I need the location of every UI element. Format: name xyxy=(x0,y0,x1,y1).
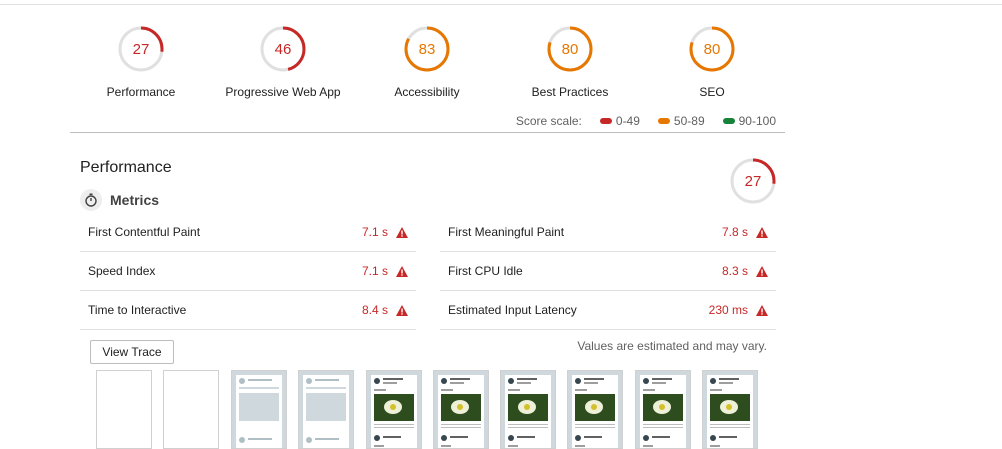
frame-page xyxy=(438,375,484,448)
frame-page xyxy=(707,375,753,448)
gauge-label: Progressive Web App xyxy=(225,85,341,99)
metric-value: 8.4 s xyxy=(361,303,388,317)
gauge-pwa[interactable]: 46 Progressive Web App xyxy=(213,25,353,99)
metric-name: Speed Index xyxy=(88,264,156,278)
gauge-label: Best Practices xyxy=(531,85,609,99)
metrics-column-left: First Contentful Paint 7.1 s Speed Index… xyxy=(80,213,416,330)
legend-label: 90-100 xyxy=(738,114,776,128)
legend-label: 0-49 xyxy=(615,114,640,128)
legend-swatch-fail xyxy=(599,118,612,124)
filmstrip-frame xyxy=(366,370,422,449)
metric-row: First Contentful Paint 7.1 s xyxy=(80,213,416,252)
metric-row: Estimated Input Latency 230 ms xyxy=(440,291,776,330)
gauge-score: 27 xyxy=(133,41,150,58)
metric-value: 7.1 s xyxy=(361,264,388,278)
category-gauges: 27 Performance 46 Progressive Web App 83… xyxy=(71,25,786,105)
metric-name: First Contentful Paint xyxy=(88,225,201,239)
filmstrip-frame xyxy=(163,370,219,449)
gauge-performance[interactable]: 27 Performance xyxy=(71,25,211,99)
gauge-seo[interactable]: 80 SEO xyxy=(642,25,782,99)
score-scale-legend: Score scale: 0-49 50-89 90-100 xyxy=(516,114,776,128)
gauge-score: 46 xyxy=(275,41,292,58)
metric-value: 7.1 s xyxy=(361,225,388,239)
legend-label: 50-89 xyxy=(673,114,705,128)
metric-value: 7.8 s xyxy=(721,225,748,239)
metrics-title: Metrics xyxy=(110,192,160,208)
gauge-label: Accessibility xyxy=(394,85,460,99)
gauge-label: SEO xyxy=(699,85,725,99)
metric-name: First Meaningful Paint xyxy=(448,225,565,239)
metric-row: Time to Interactive 8.4 s xyxy=(80,291,416,330)
gauge-best-practices[interactable]: 80 Best Practices xyxy=(500,25,640,99)
legend-item-pass: 90-100 xyxy=(722,114,776,128)
gauge-ring: 83 xyxy=(404,26,450,72)
metrics-column-right: First Meaningful Paint 7.8 s First CPU I… xyxy=(440,213,776,330)
stopwatch-icon xyxy=(80,189,102,211)
frame-page xyxy=(371,375,417,448)
warning-icon xyxy=(756,226,768,238)
legend-swatch-pass xyxy=(722,118,735,124)
frame-page xyxy=(303,375,349,448)
metric-name: Time to Interactive xyxy=(88,303,187,317)
metrics-header: Metrics xyxy=(80,189,159,211)
filmstrip-frame xyxy=(567,370,623,449)
performance-score-gauge: 27 xyxy=(729,157,777,210)
frame-page xyxy=(640,375,686,448)
view-trace-button[interactable]: View Trace xyxy=(90,340,174,364)
metric-row: First CPU Idle 8.3 s xyxy=(440,252,776,291)
frame-page xyxy=(505,375,551,448)
performance-title: Performance xyxy=(80,159,172,176)
warning-icon xyxy=(756,304,768,316)
metric-row: First Meaningful Paint 7.8 s xyxy=(440,213,776,252)
gauge-ring: 46 xyxy=(260,26,306,72)
metric-value: 8.3 s xyxy=(721,264,748,278)
metric-row: Speed Index 7.1 s xyxy=(80,252,416,291)
gauge-ring: 80 xyxy=(547,26,593,72)
frame-page xyxy=(236,375,282,448)
top-divider xyxy=(0,4,1002,5)
gauge-accessibility[interactable]: 83 Accessibility xyxy=(357,25,497,99)
filmstrip-frame xyxy=(635,370,691,449)
filmstrip-frame xyxy=(433,370,489,449)
filmstrip-frame xyxy=(231,370,287,449)
filmstrip xyxy=(96,370,766,449)
gauge-score: 83 xyxy=(419,41,436,58)
legend-swatch-average xyxy=(657,118,670,124)
filmstrip-frame xyxy=(702,370,758,449)
legend-item-average: 50-89 xyxy=(657,114,705,128)
legend-title: Score scale: xyxy=(515,114,582,128)
gauge-label: Performance xyxy=(106,85,176,99)
warning-icon xyxy=(396,226,408,238)
gauge-ring: 27 xyxy=(118,26,164,72)
section-divider xyxy=(70,132,785,133)
filmstrip-frame xyxy=(500,370,556,449)
filmstrip-frame xyxy=(298,370,354,449)
gauge-score: 80 xyxy=(562,41,579,58)
frame-page xyxy=(572,375,618,448)
warning-icon xyxy=(396,304,408,316)
gauge-score: 27 xyxy=(745,173,762,190)
gauge-ring: 80 xyxy=(689,26,735,72)
metric-name: First CPU Idle xyxy=(448,264,523,278)
warning-icon xyxy=(756,265,768,277)
gauge-ring: 27 xyxy=(730,158,776,204)
estimate-note: Values are estimated and may vary. xyxy=(577,339,767,353)
filmstrip-frame xyxy=(96,370,152,449)
metric-name: Estimated Input Latency xyxy=(448,303,577,317)
warning-icon xyxy=(396,265,408,277)
metric-value: 230 ms xyxy=(708,303,748,317)
gauge-score: 80 xyxy=(704,41,721,58)
legend-item-fail: 0-49 xyxy=(599,114,640,128)
